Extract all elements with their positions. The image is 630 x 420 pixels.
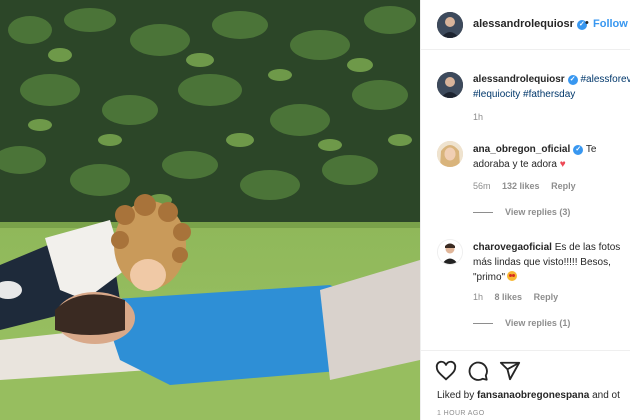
avatar-image bbox=[437, 12, 463, 38]
comment-item: charovegaoficial Es de las fotos más lin… bbox=[421, 236, 630, 336]
verified-badge-icon: ✓ bbox=[567, 75, 578, 85]
post-photo-illustration bbox=[0, 0, 420, 420]
comment-body-line1: Te bbox=[585, 144, 597, 155]
author-avatar[interactable] bbox=[437, 12, 463, 38]
comment-body-line1: Es de las fotos bbox=[554, 242, 621, 253]
liked-by-text: Liked by fansanaobregonespana and ot bbox=[437, 390, 620, 401]
author-username-text[interactable]: alessandrolequiosr bbox=[473, 18, 574, 30]
verified-badge-icon: ✓ bbox=[573, 145, 584, 155]
replies-divider bbox=[473, 212, 493, 214]
heart-icon-graphic bbox=[435, 360, 457, 381]
liked-by-prefix: Liked by bbox=[437, 390, 475, 401]
header-separator: • bbox=[585, 17, 589, 29]
view-replies-label[interactable]: View replies (3) bbox=[505, 207, 570, 217]
liked-by-user[interactable]: fansanaobregonespana bbox=[477, 390, 589, 401]
red-heart-emoji-icon: ♥ bbox=[559, 159, 566, 170]
caption-text: alessandrolequiosr✓ #alessforever #lequi… bbox=[473, 72, 630, 102]
comment-item: ana_obregon_oficial ✓ Te adoraba y te ado… bbox=[421, 138, 630, 228]
view-replies-label[interactable]: View replies (1) bbox=[505, 318, 570, 328]
post-sidebar: alessandrolequiosr ✓ • Follow alessandrol… bbox=[420, 0, 630, 420]
comment-body-line2: más lindas que visto!!!!! Besos, bbox=[473, 257, 611, 268]
post-header: alessandrolequiosr ✓ • Follow bbox=[421, 0, 630, 50]
caption: alessandrolequiosr✓ #alessforever #lequi… bbox=[421, 66, 630, 126]
caption-author-avatar[interactable] bbox=[437, 72, 463, 98]
comment-meta: 1h 8 likes Reply bbox=[473, 292, 567, 302]
comment-meta: 56m 132 likes Reply bbox=[473, 181, 585, 191]
hashtag-link[interactable]: #lequiocity #fathersday bbox=[473, 89, 575, 100]
caption-time[interactable]: 1h bbox=[473, 112, 483, 122]
share-icon-graphic bbox=[499, 361, 521, 381]
comment-icon-graphic bbox=[468, 361, 488, 381]
author-username[interactable]: alessandrolequiosr ✓ bbox=[473, 18, 587, 30]
view-replies-button[interactable]: View replies (1) bbox=[473, 318, 570, 328]
comment-username[interactable]: ana_obregon_oficial bbox=[473, 144, 570, 155]
comment-text: ana_obregon_oficial ✓ Te adoraba y te ado… bbox=[473, 142, 623, 172]
follow-button[interactable]: Follow bbox=[593, 18, 628, 30]
reply-button[interactable]: Reply bbox=[534, 292, 559, 302]
comment-likes[interactable]: 132 likes bbox=[502, 181, 540, 191]
commenter-avatar[interactable] bbox=[437, 141, 463, 167]
heart-icon[interactable] bbox=[435, 360, 457, 387]
comment-likes[interactable]: 8 likes bbox=[495, 292, 523, 302]
hashtag-link[interactable]: #alessforever bbox=[580, 74, 630, 85]
replies-divider bbox=[473, 323, 493, 325]
avatar-image bbox=[438, 240, 462, 264]
comment-time[interactable]: 1h bbox=[473, 292, 483, 302]
share-icon[interactable] bbox=[499, 360, 521, 387]
post-timestamp[interactable]: 1 HOUR AGO bbox=[437, 410, 485, 417]
comment-text: charovegaoficial Es de las fotos más lin… bbox=[473, 240, 623, 285]
reply-button[interactable]: Reply bbox=[551, 181, 576, 191]
caption-meta: 1h bbox=[473, 112, 492, 122]
comment-icon[interactable] bbox=[467, 360, 489, 387]
comment-username[interactable]: charovegaoficial bbox=[473, 242, 552, 253]
view-replies-button[interactable]: View replies (3) bbox=[473, 207, 570, 217]
comment-body-line2: adoraba y te adora bbox=[473, 159, 557, 170]
liked-by-suffix[interactable]: and ot bbox=[592, 390, 620, 401]
comment-body-line3: "primo" bbox=[473, 272, 506, 283]
commenter-avatar[interactable] bbox=[437, 239, 463, 265]
comment-time[interactable]: 56m bbox=[473, 181, 491, 191]
post-actions: Liked by fansanaobregonespana and ot 1 H… bbox=[421, 350, 630, 420]
avatar-image bbox=[437, 72, 463, 98]
avatar-image bbox=[437, 141, 463, 167]
post-photo[interactable] bbox=[0, 0, 420, 420]
caption-author[interactable]: alessandrolequiosr bbox=[473, 74, 565, 85]
heart-eyes-emoji-icon bbox=[507, 271, 518, 281]
